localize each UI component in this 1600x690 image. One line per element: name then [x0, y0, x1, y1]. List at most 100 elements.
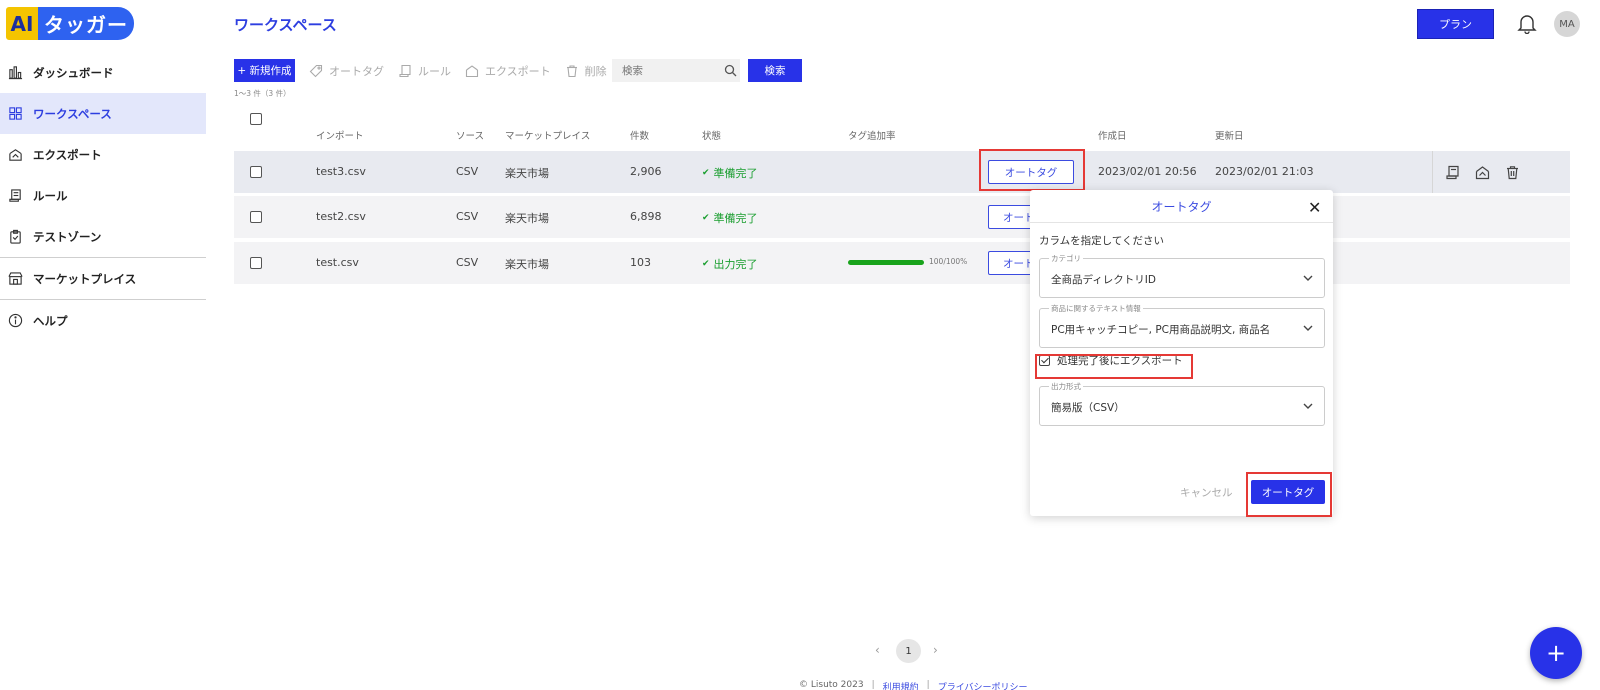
- sidebar-item-label: テストゾーン: [33, 229, 102, 244]
- cell-count: 6,898: [630, 210, 662, 223]
- tag-rate-text: 100/100%: [929, 257, 968, 266]
- sidebar-item-label: エクスポート: [33, 147, 102, 162]
- chart-bar-icon: [7, 65, 23, 81]
- export-icon[interactable]: [1475, 165, 1490, 180]
- logo-text: タッガー: [38, 7, 134, 40]
- cell-source: CSV: [456, 256, 479, 269]
- new-button[interactable]: + 新規作成: [234, 59, 295, 82]
- bell-icon[interactable]: [1516, 12, 1538, 35]
- close-icon[interactable]: ✕: [1308, 198, 1321, 217]
- cell-source: CSV: [456, 210, 479, 223]
- add-fab-button[interactable]: +: [1530, 627, 1582, 679]
- status-text: 出力完了: [713, 258, 758, 271]
- tag-rate-progress-bar: [848, 260, 924, 265]
- dialog-prompt: カラムを指定してください: [1039, 235, 1165, 247]
- delete-tool-label: 削除: [584, 64, 607, 78]
- highlight-box: [1246, 472, 1332, 517]
- result-count: 1～3 件（3 件）: [234, 89, 291, 98]
- chevron-left-icon[interactable]: ‹: [875, 643, 880, 657]
- search-button[interactable]: 検索: [748, 59, 802, 82]
- sidebar-item-testzone[interactable]: テストゾーン: [0, 216, 206, 257]
- table-row[interactable]: test2.csv CSV 楽天市場 6,898 ✔ 準備完了 オート: [234, 196, 1570, 238]
- text-info-select[interactable]: 商品に関するテキスト情報 PC用キャッチコピー, PC用商品説明文, 商品名: [1039, 303, 1325, 348]
- chevron-down-icon: [1303, 325, 1313, 331]
- terms-link[interactable]: 利用規約: [883, 680, 919, 690]
- cell-updated: 2023/02/01 21:03: [1215, 165, 1314, 178]
- sidebar-item-dashboard[interactable]: ダッシュボード: [0, 52, 206, 93]
- page-title: ワークスペース: [234, 16, 337, 34]
- chevron-down-icon: [1303, 403, 1313, 409]
- field-label: カテゴリ: [1049, 253, 1083, 264]
- search-input[interactable]: [612, 59, 740, 82]
- cancel-button[interactable]: キャンセル: [1180, 485, 1233, 500]
- cell-source: CSV: [456, 165, 479, 178]
- logo-ai-mark: AI: [6, 7, 38, 40]
- row-actions: [1432, 151, 1535, 193]
- sidebar-item-help[interactable]: ヘルプ: [0, 300, 206, 341]
- status-text: 準備完了: [713, 167, 758, 180]
- column-header: マーケットプレイス: [505, 131, 591, 142]
- footer-separator: |: [926, 680, 930, 690]
- status-text: 準備完了: [713, 212, 758, 225]
- info-icon: [7, 313, 23, 329]
- pagination: ‹ 1 ›: [0, 639, 1600, 663]
- column-header: ソース: [456, 131, 485, 142]
- column-header: 作成日: [1098, 131, 1127, 142]
- rule-tool[interactable]: ルール: [398, 63, 451, 79]
- cell-status: ✔ 準備完了: [702, 210, 758, 226]
- cell-marketplace: 楽天市場: [505, 167, 549, 180]
- trash-icon[interactable]: [1505, 165, 1520, 180]
- plus-icon: +: [1545, 639, 1567, 667]
- row-autotag-button[interactable]: オート: [988, 251, 1036, 275]
- check-icon: ✔: [702, 259, 710, 269]
- chevron-down-icon: [1303, 275, 1313, 281]
- sidebar-item-marketplace[interactable]: マーケットプレイス: [0, 258, 206, 299]
- export-tool[interactable]: エクスポート: [465, 63, 551, 79]
- scroll-icon[interactable]: [1445, 165, 1460, 180]
- dialog-title: オートタグ: [1151, 200, 1212, 214]
- page-current[interactable]: 1: [896, 639, 921, 663]
- highlight-box: [1035, 354, 1193, 379]
- sidebar-item-label: マーケットプレイス: [33, 271, 137, 286]
- column-header: 更新日: [1215, 131, 1244, 142]
- row-autotag-button[interactable]: オート: [988, 205, 1036, 229]
- privacy-link[interactable]: プライバシーポリシー: [938, 680, 1028, 690]
- sidebar-item-label: ヘルプ: [33, 313, 68, 328]
- export-icon: [465, 64, 479, 77]
- trash-icon: [566, 64, 577, 77]
- delete-tool[interactable]: 削除: [565, 63, 607, 79]
- category-select[interactable]: カテゴリ 全商品ディレクトリID: [1039, 253, 1325, 298]
- sidebar: ダッシュボード ワークスペース エクスポート ルール テストゾーン マーケットプ…: [0, 52, 206, 341]
- table-row[interactable]: test3.csv CSV 楽天市場 2,906 ✔ 準備完了 オートタグ 202…: [234, 151, 1570, 193]
- cell-created: 2023/02/01 20:56: [1098, 165, 1197, 178]
- field-label: 商品に関するテキスト情報: [1049, 303, 1143, 314]
- plan-button[interactable]: プラン: [1417, 9, 1494, 39]
- app-logo[interactable]: AI タッガー: [6, 7, 134, 40]
- sidebar-item-rule[interactable]: ルール: [0, 175, 206, 216]
- table-row[interactable]: test.csv CSV 楽天市場 103 ✔ 出力完了 100/100% オート: [234, 242, 1570, 284]
- cell-status: ✔ 出力完了: [702, 256, 758, 272]
- row-checkbox[interactable]: [250, 166, 262, 178]
- autotag-tool-label: オートタグ: [329, 64, 384, 78]
- search-icon: [724, 64, 737, 77]
- rule-tool-label: ルール: [418, 64, 451, 78]
- dialog-divider: [1030, 222, 1333, 223]
- chevron-right-icon[interactable]: ›: [933, 643, 938, 657]
- column-header: タグ追加率: [848, 131, 896, 142]
- field-value: 簡易版（CSV）: [1051, 402, 1125, 414]
- column-header: 件数: [630, 131, 650, 142]
- autotag-tool[interactable]: オートタグ: [309, 63, 384, 79]
- output-format-select[interactable]: 出力形式 簡易版（CSV）: [1039, 381, 1325, 426]
- export-tool-label: エクスポート: [485, 64, 551, 78]
- sidebar-item-label: ダッシュボード: [33, 65, 114, 80]
- cell-count: 103: [630, 256, 651, 269]
- sidebar-item-label: ルール: [33, 188, 68, 203]
- select-all-checkbox[interactable]: [250, 110, 262, 129]
- store-icon: [7, 271, 23, 287]
- row-checkbox[interactable]: [250, 211, 262, 223]
- cell-import: test3.csv: [316, 165, 366, 178]
- row-checkbox[interactable]: [250, 257, 262, 269]
- avatar[interactable]: MA: [1554, 11, 1580, 37]
- scroll-icon: [399, 64, 411, 77]
- table-header: インポート ソース マーケットプレイス 件数 状態 タグ追加率 作成日 更新日: [0, 128, 1600, 142]
